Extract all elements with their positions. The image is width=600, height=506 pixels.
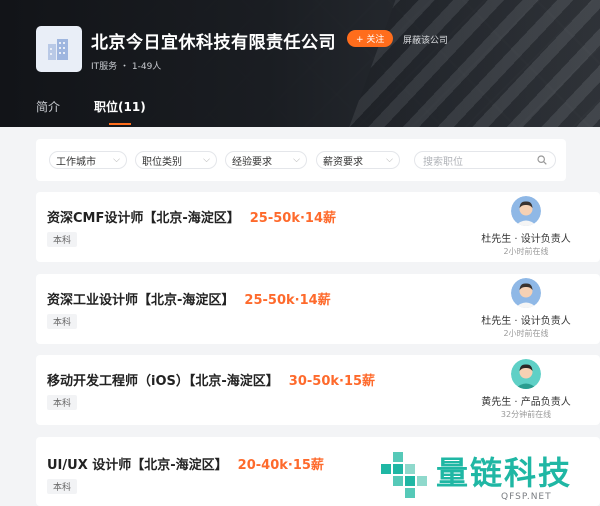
tab-positions[interactable]: 职位(11) <box>94 98 146 125</box>
job-card[interactable]: 移动开发工程师（iOS）【北京-海淀区】 30-50k·15薪 本科 黄先生 · … <box>36 355 600 425</box>
job-title-row[interactable]: 资深工业设计师【北京-海淀区】 25-50k·14薪 <box>47 289 331 308</box>
recruiter-status: 32分钟前在线 <box>500 410 552 419</box>
salary-filter-label: 薪资要求 <box>323 156 363 168</box>
recruiter-name: 黄先生 · 产品负责人 <box>481 397 571 408</box>
chevron-down-icon: ⌵ <box>386 155 393 165</box>
chevron-down-icon: ⌵ <box>113 155 120 165</box>
education-tag: 本科 <box>47 314 78 329</box>
recruiter-info[interactable]: 黄先生 · 产品负责人 32分钟前在线 <box>466 359 586 420</box>
city-filter[interactable]: 工作城市 ⌵ <box>49 151 127 169</box>
tab-intro[interactable]: 简介 <box>36 98 60 125</box>
job-salary: 25-50k·14薪 <box>249 211 337 226</box>
category-filter[interactable]: 职位类别 ⌵ <box>135 151 217 169</box>
building-icon <box>48 39 68 60</box>
watermark-text: 量链科技 <box>436 454 573 492</box>
avatar-man-icon <box>511 278 541 308</box>
search-placeholder: 搜索职位 <box>423 156 463 168</box>
experience-filter-label: 经验要求 <box>232 156 272 168</box>
experience-filter[interactable]: 经验要求 ⌵ <box>225 151 307 169</box>
category-filter-label: 职位类别 <box>142 156 182 168</box>
watermark-logo-icon <box>381 452 427 498</box>
job-salary: 20-40k·15薪 <box>237 458 324 473</box>
recruiter-avatar <box>511 278 541 308</box>
chevron-down-icon: ⌵ <box>293 155 300 165</box>
job-title-row[interactable]: 资深CMF设计师【北京-海淀区】 25-50k·14薪 <box>47 207 336 226</box>
education-tag: 本科 <box>47 479 78 494</box>
job-title: 移动开发工程师（iOS）【北京-海淀区】 <box>47 374 279 389</box>
avatar-man-icon <box>511 359 541 389</box>
follow-button[interactable]: + 关注 <box>347 30 394 47</box>
search-icon[interactable] <box>537 155 547 165</box>
recruiter-status: 2小时前在线 <box>503 247 549 256</box>
avatar-man-icon <box>511 196 541 226</box>
recruiter-info[interactable]: 杜先生 · 设计负责人 2小时前在线 <box>466 196 586 257</box>
job-salary: 25-50k·14薪 <box>244 293 331 308</box>
company-tabs: 简介 职位(11) <box>36 98 146 125</box>
filter-bar: 工作城市 ⌵ 职位类别 ⌵ 经验要求 ⌵ 薪资要求 ⌵ 搜索职位 <box>36 139 566 181</box>
city-filter-label: 工作城市 <box>56 156 96 168</box>
company-header: 北京今日宜休科技有限责任公司 + 关注 屏蔽该公司 IT服务 ・ 1-49人 简… <box>0 0 600 127</box>
job-title: UI/UX 设计师【北京-海淀区】 <box>47 458 228 473</box>
company-meta: IT服务 ・ 1-49人 <box>91 62 162 72</box>
job-card[interactable]: 资深工业设计师【北京-海淀区】 25-50k·14薪 本科 杜先生 · 设计负责人… <box>36 274 600 344</box>
recruiter-status: 2小时前在线 <box>503 329 549 338</box>
watermark: 量链科技 QFSP.NET <box>379 442 600 506</box>
chevron-down-icon: ⌵ <box>203 155 210 165</box>
education-tag: 本科 <box>47 232 78 247</box>
block-company-link[interactable]: 屏蔽该公司 <box>403 33 448 46</box>
job-title-row[interactable]: UI/UX 设计师【北京-海淀区】 20-40k·15薪 <box>47 454 324 473</box>
recruiter-name: 杜先生 · 设计负责人 <box>481 234 571 245</box>
company-name: 北京今日宜休科技有限责任公司 <box>91 33 336 53</box>
company-logo <box>36 26 82 72</box>
recruiter-avatar <box>511 359 541 389</box>
recruiter-avatar <box>511 196 541 226</box>
job-card[interactable]: 资深CMF设计师【北京-海淀区】 25-50k·14薪 本科 杜先生 · 设计负责… <box>36 192 600 262</box>
job-title: 资深CMF设计师【北京-海淀区】 <box>47 211 240 226</box>
search-input[interactable]: 搜索职位 <box>414 151 556 169</box>
recruiter-info[interactable]: 杜先生 · 设计负责人 2小时前在线 <box>466 278 586 339</box>
recruiter-name: 杜先生 · 设计负责人 <box>481 316 571 327</box>
education-tag: 本科 <box>47 395 78 410</box>
header-background-decoration <box>337 0 600 127</box>
job-salary: 30-50k·15薪 <box>288 374 376 389</box>
salary-filter[interactable]: 薪资要求 ⌵ <box>316 151 400 169</box>
watermark-subtext: QFSP.NET <box>501 492 552 502</box>
job-title-row[interactable]: 移动开发工程师（iOS）【北京-海淀区】 30-50k·15薪 <box>47 370 375 389</box>
job-title: 资深工业设计师【北京-海淀区】 <box>47 293 235 308</box>
